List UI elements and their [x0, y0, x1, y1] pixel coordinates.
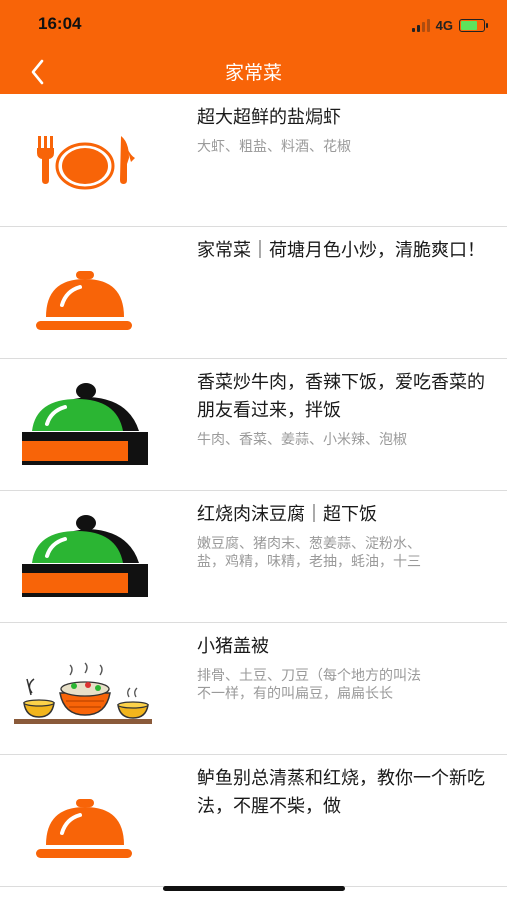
recipe-ingredients: 牛肉、香菜、姜蒜、小米辣、泡椒 [197, 432, 407, 448]
recipe-item[interactable]: 小猪盖被 排骨、土豆、刀豆（每个地方的叫法 不一样，有的叫扁豆，扁扁长长 [0, 623, 507, 755]
recipe-item[interactable]: 超大超鲜的盐焗虾 大虾、粗盐、料酒、花椒 [0, 94, 507, 227]
recipe-ingredients: 排骨、土豆、刀豆（每个地方的叫法 不一样，有的叫扁豆，扁扁长长 [197, 668, 421, 702]
status-indicators: 4G [411, 15, 488, 35]
recipe-item[interactable]: 香菜炒牛肉，香辣下饭，爱吃香菜的朋友看过来，拌饭 牛肉、香菜、姜蒜、小米辣、泡椒 [0, 359, 507, 491]
orange-cloche-icon [36, 799, 132, 858]
recipe-ingredients: 大虾、粗盐、料酒、花椒 [197, 139, 351, 155]
status-time: 16:04 [38, 14, 82, 33]
recipe-title: 超大超鲜的盐焗虾 [197, 107, 341, 128]
app-header: 16:04 4G 家常菜 [0, 0, 507, 94]
recipe-title: 鲈鱼别总清蒸和红烧，教你一个新吃法，不腥不柴，做 [197, 768, 485, 817]
page-title: 家常菜 [224, 62, 282, 84]
home-indicator[interactable] [163, 886, 345, 891]
signal-icon [411, 18, 430, 32]
recipe-title: 红烧肉沫豆腐｜超下饭 [197, 504, 377, 525]
green-cloche-icon [22, 383, 148, 465]
recipe-item[interactable]: 家常菜｜荷塘月色小炒，清脆爽口！ [0, 227, 507, 359]
plate-fork-knife-icon [37, 136, 135, 190]
recipe-item[interactable]: 鲈鱼别总清蒸和红烧，教你一个新吃法，不腥不柴，做 [0, 755, 507, 887]
network-label: 4G [435, 17, 453, 33]
orange-cloche-icon [36, 271, 132, 330]
recipe-list: 超大超鲜的盐焗虾 大虾、粗盐、料酒、花椒 家常菜｜荷塘月色小炒，清脆爽口！ 香菜… [0, 94, 507, 887]
green-cloche-icon [22, 515, 148, 597]
recipe-title: 家常菜｜荷塘月色小炒，清脆爽口！ [197, 240, 485, 261]
recipe-ingredients: 嫩豆腐、猪肉末、葱姜蒜、淀粉水、 盐，鸡精，味精，老抽，蚝油，十三 [197, 536, 421, 570]
dishes-table-icon [14, 662, 152, 724]
recipe-title: 香菜炒牛肉，香辣下饭，爱吃香菜的朋友看过来，拌饭 [197, 372, 485, 421]
recipe-item[interactable]: 红烧肉沫豆腐｜超下饭 嫩豆腐、猪肉末、葱姜蒜、淀粉水、 盐，鸡精，味精，老抽，蚝… [0, 491, 507, 623]
battery-icon [459, 18, 488, 32]
recipe-title: 小猪盖被 [197, 636, 269, 657]
